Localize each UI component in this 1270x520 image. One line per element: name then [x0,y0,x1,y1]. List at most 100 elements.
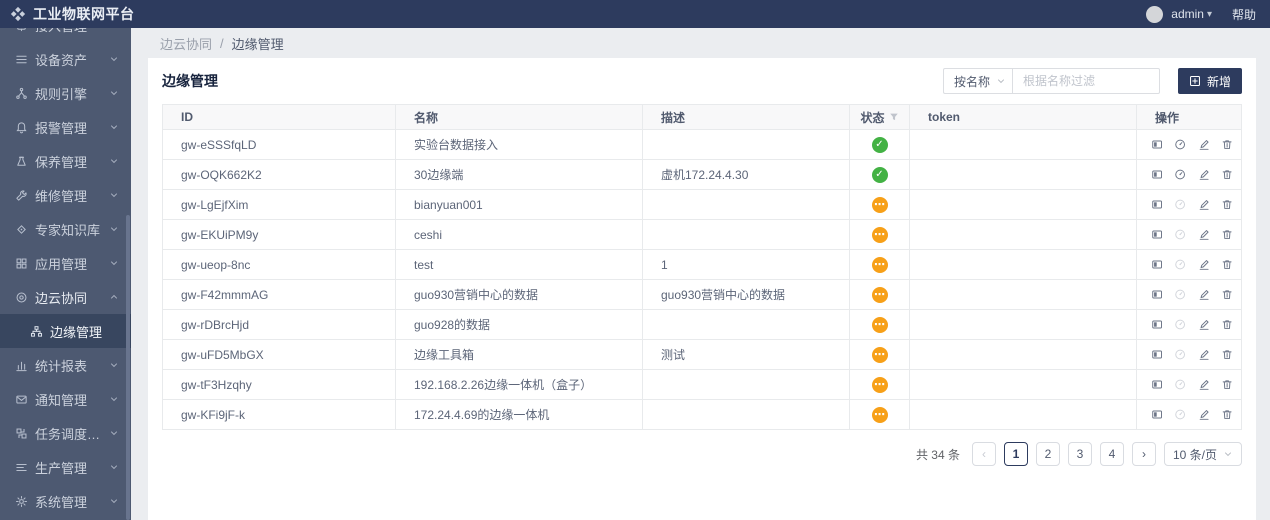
edit-icon[interactable] [1198,407,1210,422]
edit-icon[interactable] [1198,137,1210,152]
status-badge: ✓ [872,137,888,153]
add-button[interactable]: 新增 [1178,68,1242,94]
pagination-prev-button[interactable]: ‹ [972,442,996,466]
monitor-icon[interactable] [1174,197,1186,212]
monitor-icon[interactable] [1174,287,1186,302]
topbar: 工业物联网平台 admin ▾ 帮助 [0,0,1270,28]
pagination-page-4[interactable]: 4 [1100,442,1124,466]
delete-icon[interactable] [1221,347,1233,362]
sidebar-item-app-mgmt[interactable]: 应用管理 [0,246,131,280]
sidebar-item-upkeep-mgmt[interactable]: 保养管理 [0,144,131,178]
edge-table: ID 名称 描述 状态 token 操作 gw-eSSSfqLD 实验台数据接 [162,104,1242,430]
sidebar-item-label: 保养管理 [35,152,87,171]
sidebar-item-notify-mgmt[interactable]: 通知管理 [0,382,131,416]
monitor-icon[interactable] [1174,167,1186,182]
filter-funnel-icon[interactable] [889,112,899,122]
cell-id: gw-OQK662K2 [163,160,396,189]
chevron-down-icon [109,224,119,234]
sidebar-item-rule-engine[interactable]: 规则引擎 [0,76,131,110]
edit-icon[interactable] [1198,377,1210,392]
sidebar-item-system-mgmt[interactable]: 系统管理 [0,484,131,518]
detail-panel-icon[interactable] [1151,377,1163,392]
cell-token [910,370,1137,399]
app-title: 工业物联网平台 [33,4,135,24]
sidebar-item-device-assets[interactable]: 设备资产 [0,42,131,76]
target-icon [15,291,28,304]
edit-icon[interactable] [1198,167,1210,182]
monitor-icon[interactable] [1174,257,1186,272]
sidebar-subitem-edge-mgmt[interactable]: 边缘管理 [0,314,131,348]
status-badge: ⋯ [872,347,888,363]
delete-icon[interactable] [1221,377,1233,392]
breadcrumb-parent[interactable]: 边云协同 [160,34,212,53]
detail-panel-icon[interactable] [1151,197,1163,212]
sidebar-item-repair-mgmt[interactable]: 维修管理 [0,178,131,212]
sidebar-item-expert-kb[interactable]: 专家知识库 [0,212,131,246]
delete-icon[interactable] [1221,257,1233,272]
logo-area: 工业物联网平台 [10,4,135,24]
monitor-icon[interactable] [1174,317,1186,332]
sidebar-item-label: 生产管理 [35,458,87,477]
monitor-icon[interactable] [1174,377,1186,392]
flask-icon [15,155,28,168]
cell-token [910,130,1137,159]
edit-icon[interactable] [1198,227,1210,242]
sidebar-scrollbar[interactable] [126,215,130,520]
sidebar-item-production-mgmt[interactable]: 生产管理 [0,450,131,484]
table-row: gw-tF3Hzqhy 192.168.2.26边缘一体机（盒子） ⋯ [163,370,1241,400]
sidebar-item-access-mgmt[interactable]: 接入管理 [0,28,131,42]
monitor-icon[interactable] [1174,407,1186,422]
detail-panel-icon[interactable] [1151,167,1163,182]
detail-panel-icon[interactable] [1151,347,1163,362]
detail-panel-icon[interactable] [1151,137,1163,152]
pagination-page-1[interactable]: 1 [1004,442,1028,466]
cell-desc: 虚机172.24.4.30 [643,160,850,189]
detail-panel-icon[interactable] [1151,287,1163,302]
cell-name: guo930营销中心的数据 [396,280,643,309]
detail-panel-icon[interactable] [1151,257,1163,272]
sitemap-icon [30,325,43,338]
cell-name: test [396,250,643,279]
table-row: gw-ueop-8nc test 1 ⋯ [163,250,1241,280]
user-menu[interactable]: admin ▾ [1171,7,1212,21]
edit-icon[interactable] [1198,347,1210,362]
pagination-page-2[interactable]: 2 [1036,442,1060,466]
col-header-status: 状态 [850,105,910,129]
search-input[interactable] [1023,74,1178,88]
pagination-page-3[interactable]: 3 [1068,442,1092,466]
pagination-next-button[interactable]: › [1132,442,1156,466]
delete-icon[interactable] [1221,407,1233,422]
detail-panel-icon[interactable] [1151,407,1163,422]
cell-name: 30边缘端 [396,160,643,189]
sidebar-item-edge-cloud[interactable]: 边云协同 [0,280,131,314]
page-size-select[interactable]: 10 条/页 [1164,442,1242,466]
cell-token [910,160,1137,189]
delete-icon[interactable] [1221,197,1233,212]
detail-panel-icon[interactable] [1151,227,1163,242]
edit-icon[interactable] [1198,257,1210,272]
edit-icon[interactable] [1198,197,1210,212]
delete-icon[interactable] [1221,227,1233,242]
delete-icon[interactable] [1221,317,1233,332]
sidebar-item-stats-report[interactable]: 统计报表 [0,348,131,382]
delete-icon[interactable] [1221,167,1233,182]
monitor-icon[interactable] [1174,137,1186,152]
edit-icon[interactable] [1198,317,1210,332]
sidebar-item-label: 接入管理 [35,28,87,35]
sidebar-item-task-scheduler[interactable]: 任务调度中心 [0,416,131,450]
edit-icon[interactable] [1198,287,1210,302]
monitor-icon[interactable] [1174,227,1186,242]
help-link[interactable]: 帮助 [1232,6,1256,23]
table-row: gw-rDBrcHjd guo928的数据 ⋯ [163,310,1241,340]
delete-icon[interactable] [1221,137,1233,152]
status-badge: ⋯ [872,317,888,333]
col-header-ops: 操作 [1137,105,1241,129]
sidebar-item-alarm-mgmt[interactable]: 报警管理 [0,110,131,144]
monitor-icon[interactable] [1174,347,1186,362]
lines-icon [15,461,28,474]
sidebar-item-label: 通知管理 [35,390,87,409]
edge-management-card: 边缘管理 按名称 新增 [148,58,1256,520]
detail-panel-icon[interactable] [1151,317,1163,332]
delete-icon[interactable] [1221,287,1233,302]
filter-field-select[interactable]: 按名称 [943,68,1012,94]
